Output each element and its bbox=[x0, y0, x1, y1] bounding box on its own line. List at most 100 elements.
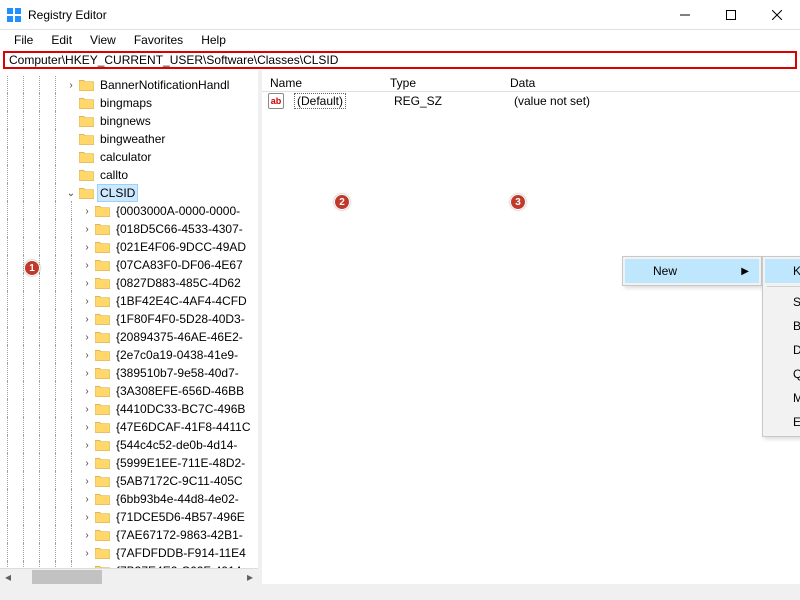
expand-icon[interactable]: › bbox=[80, 438, 94, 452]
address-bar[interactable] bbox=[3, 51, 797, 69]
expand-icon[interactable]: › bbox=[80, 276, 94, 290]
tree-item[interactable]: ›{0827D883-485C-4D62 bbox=[0, 274, 258, 292]
tree-item[interactable]: › {1F80F4F0-5D28-40D3- bbox=[0, 310, 258, 328]
expand-icon[interactable]: › bbox=[80, 294, 94, 308]
folder-icon bbox=[94, 492, 110, 506]
tree-item[interactable]: ›{1BF42E4C-4AF4-4CFD bbox=[0, 292, 258, 310]
expand-icon[interactable]: › bbox=[80, 312, 94, 326]
expand-icon[interactable]: › bbox=[80, 204, 94, 218]
expand-icon[interactable] bbox=[64, 150, 78, 164]
folder-icon bbox=[78, 132, 94, 146]
expand-icon[interactable] bbox=[64, 114, 78, 128]
folder-icon bbox=[94, 546, 110, 560]
tree-item[interactable]: ›BannerNotificationHandl bbox=[0, 76, 258, 94]
tree-label: {71DCE5D6-4B57-496E bbox=[114, 509, 247, 525]
context-item[interactable]: Binary Value bbox=[765, 314, 800, 338]
tree-item[interactable]: ›{018D5C66-4533-4307- bbox=[0, 220, 258, 238]
folder-icon bbox=[94, 456, 110, 470]
tree-item[interactable]: ›{4410DC33-BC7C-496B bbox=[0, 400, 258, 418]
expand-icon[interactable] bbox=[64, 96, 78, 110]
tree-item[interactable]: bingweather bbox=[0, 130, 258, 148]
close-button[interactable] bbox=[754, 0, 800, 30]
expand-icon[interactable]: › bbox=[80, 348, 94, 362]
context-submenu-new: Key String Value Binary ValueDWORD (32-bit… bbox=[762, 256, 800, 437]
expand-icon[interactable] bbox=[64, 132, 78, 146]
scroll-right-button[interactable]: ▸ bbox=[242, 569, 258, 585]
tree-item[interactable]: ›{544c4c52-de0b-4d14- bbox=[0, 436, 258, 454]
folder-icon bbox=[78, 186, 94, 200]
tree-item[interactable]: ›{021E4F06-9DCC-49AD bbox=[0, 238, 258, 256]
tree-item[interactable]: ›{3A308EFE-656D-46BB bbox=[0, 382, 258, 400]
collapse-icon[interactable]: ⌄ bbox=[64, 186, 78, 200]
tree-item[interactable]: ›{389510b7-9e58-40d7- bbox=[0, 364, 258, 382]
tree-item[interactable]: › {7AE67172-9863-42B1- bbox=[0, 526, 258, 544]
column-data[interactable]: Data bbox=[502, 74, 800, 91]
folder-icon bbox=[94, 240, 110, 254]
folder-icon bbox=[94, 384, 110, 398]
tree-item[interactable]: ›{47E6DCAF-41F8-4411C bbox=[0, 418, 258, 436]
tree-label: {1F80F4F0-5D28-40D3- bbox=[114, 311, 247, 327]
tree-item[interactable]: › {5999E1EE-711E-48D2- bbox=[0, 454, 258, 472]
tree-item[interactable]: ›{6bb93b4e-44d8-4e02- bbox=[0, 490, 258, 508]
expand-icon[interactable]: › bbox=[80, 402, 94, 416]
tree-label: {07CA83F0-DF06-4E67 bbox=[114, 257, 245, 273]
app-icon bbox=[6, 7, 22, 23]
expand-icon[interactable]: › bbox=[80, 240, 94, 254]
tree-item[interactable]: ›{7AFDFDDB-F914-11E4 bbox=[0, 544, 258, 562]
menu-help[interactable]: Help bbox=[193, 31, 234, 49]
context-item[interactable]: QWORD (64-bit) Value bbox=[765, 362, 800, 386]
tree-item[interactable]: ›{5AB7172C-9C11-405C bbox=[0, 472, 258, 490]
context-item-label: String Value bbox=[793, 295, 800, 309]
column-name[interactable]: Name bbox=[262, 74, 382, 91]
tree-item[interactable]: ›{2e7c0a19-0438-41e9- bbox=[0, 346, 258, 364]
expand-icon[interactable]: › bbox=[80, 510, 94, 524]
menu-edit[interactable]: Edit bbox=[43, 31, 80, 49]
column-type[interactable]: Type bbox=[382, 74, 502, 91]
context-new[interactable]: New ▶ bbox=[625, 259, 759, 283]
titlebar: Registry Editor bbox=[0, 0, 800, 30]
menu-view[interactable]: View bbox=[82, 31, 124, 49]
values-pane: Name Type Data ab (Default) REG_SZ (valu… bbox=[262, 70, 800, 584]
scroll-left-button[interactable]: ◂ bbox=[0, 569, 16, 585]
expand-icon[interactable]: › bbox=[80, 492, 94, 506]
context-item[interactable]: Multi-String Value bbox=[765, 386, 800, 410]
value-row[interactable]: ab (Default) REG_SZ (value not set) bbox=[262, 92, 800, 110]
expand-icon[interactable]: › bbox=[80, 474, 94, 488]
folder-icon bbox=[94, 348, 110, 362]
tree-item[interactable]: › {71DCE5D6-4B57-496E bbox=[0, 508, 258, 526]
expand-icon[interactable]: › bbox=[80, 546, 94, 560]
expand-icon[interactable]: › bbox=[80, 258, 94, 272]
tree-item[interactable]: calculator bbox=[0, 148, 258, 166]
context-item-label: Multi-String Value bbox=[793, 391, 800, 405]
tree-label: {5999E1EE-711E-48D2- bbox=[114, 455, 247, 471]
tree-item[interactable]: callto bbox=[0, 166, 258, 184]
expand-icon[interactable]: › bbox=[80, 366, 94, 380]
tree-label: bingnews bbox=[98, 113, 153, 129]
tree-item[interactable]: bingnews bbox=[0, 112, 258, 130]
maximize-button[interactable] bbox=[708, 0, 754, 30]
expand-icon[interactable]: › bbox=[80, 330, 94, 344]
tree-item[interactable]: ›{20894375-46AE-46E2- bbox=[0, 328, 258, 346]
menu-favorites[interactable]: Favorites bbox=[126, 31, 191, 49]
tree-item[interactable]: bingmaps bbox=[0, 94, 258, 112]
tree-item-clsid[interactable]: ⌄CLSID bbox=[0, 184, 258, 202]
context-item[interactable]: Key bbox=[765, 259, 800, 283]
expand-icon[interactable] bbox=[64, 168, 78, 182]
expand-icon[interactable]: › bbox=[80, 456, 94, 470]
expand-icon[interactable]: › bbox=[80, 222, 94, 236]
tree-label: {7AE67172-9863-42B1- bbox=[114, 527, 245, 543]
context-item[interactable]: String Value bbox=[765, 290, 800, 314]
tree-item[interactable]: ›{0003000A-0000-0000- bbox=[0, 202, 258, 220]
tree-horizontal-scrollbar[interactable]: ◂ ▸ bbox=[0, 568, 258, 584]
context-item[interactable]: DWORD (32-bit) Value bbox=[765, 338, 800, 362]
folder-icon bbox=[78, 150, 94, 164]
minimize-button[interactable] bbox=[662, 0, 708, 30]
expand-icon[interactable]: › bbox=[64, 78, 78, 92]
scroll-thumb[interactable] bbox=[32, 570, 102, 584]
menu-file[interactable]: File bbox=[6, 31, 41, 49]
expand-icon[interactable]: › bbox=[80, 420, 94, 434]
menu-separator bbox=[767, 286, 800, 287]
expand-icon[interactable]: › bbox=[80, 384, 94, 398]
expand-icon[interactable]: › bbox=[80, 528, 94, 542]
context-item[interactable]: Expandable String Value bbox=[765, 410, 800, 434]
